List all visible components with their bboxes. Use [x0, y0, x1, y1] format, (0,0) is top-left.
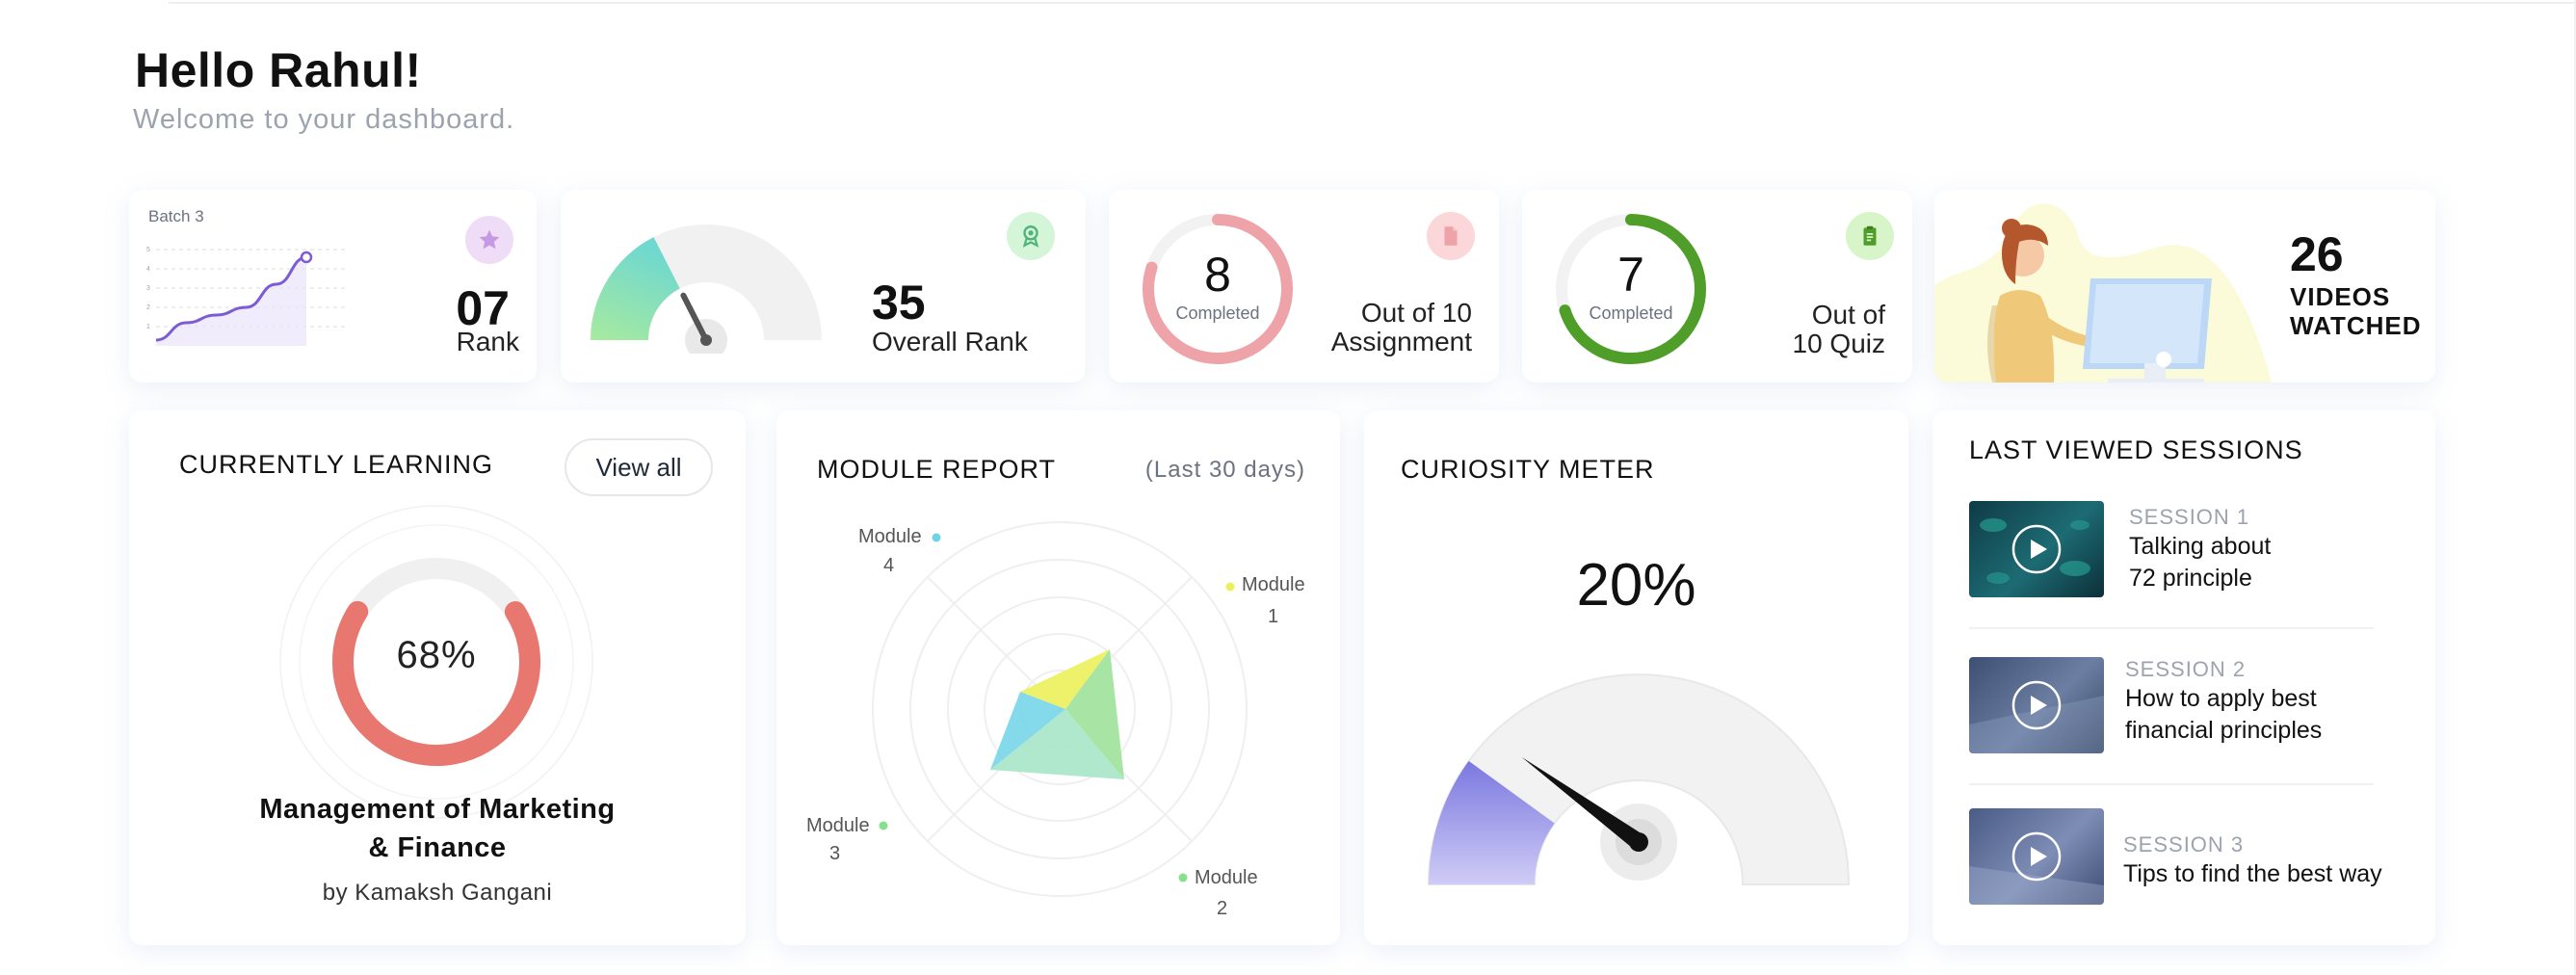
- svg-text:2: 2: [146, 304, 150, 311]
- session-2-thumbnail[interactable]: [1969, 657, 2104, 753]
- session-3-label: SESSION 3: [2123, 832, 2245, 856]
- session-2-title-line2[interactable]: financial principles: [2125, 715, 2424, 747]
- quiz-sublabel: Completed: [1589, 303, 1673, 323]
- svg-text:4: 4: [146, 266, 150, 273]
- last-viewed-sessions-card: LAST VIEWED SESSIONS SESSION 1 Talking a…: [1932, 410, 2435, 945]
- course-title-line2: & Finance: [368, 832, 507, 863]
- learning-percent: 68%: [396, 634, 477, 676]
- session-1-label: SESSION 1: [2129, 505, 2250, 529]
- assignment-line1: Out of 10: [1360, 298, 1472, 328]
- module-1-number: 1: [1268, 606, 1279, 627]
- module-4-number: 4: [883, 555, 895, 576]
- overall-rank-gauge: [591, 224, 822, 354]
- session-3-thumbnail[interactable]: [1969, 808, 2104, 905]
- rank-trend-area: [156, 257, 306, 346]
- play-icon: [1980, 518, 2090, 584]
- module-3-label: Module: [806, 815, 870, 836]
- top-border: [169, 2, 2576, 4]
- overall-rank-label: Overall Rank: [872, 327, 1028, 356]
- award-icon: [1007, 212, 1055, 260]
- session-1-title-line2[interactable]: 72 principle: [2129, 563, 2428, 594]
- videos-value: 26: [2290, 227, 2344, 281]
- rank-trend-chart: 5 4 3 2 1: [146, 247, 345, 346]
- quiz-card[interactable]: 7 Completed Out of 10 Quiz: [1522, 190, 1912, 382]
- course-author: by Kamaksh Gangani: [322, 880, 553, 906]
- curiosity-gauge: [1427, 673, 1851, 885]
- session-1-title-line1[interactable]: Talking about: [2129, 531, 2428, 563]
- module-2-label: Module: [1195, 867, 1258, 888]
- module-report-period: (Last 30 days): [1144, 457, 1305, 483]
- rank-trend-endpoint: [300, 250, 313, 264]
- module-2-number: 2: [1217, 898, 1228, 919]
- session-divider: [1969, 783, 2374, 785]
- rank-card[interactable]: Batch 3 54321 07 Rank: [129, 190, 537, 382]
- svg-text:1: 1: [146, 324, 150, 330]
- currently-learning-card: CURRENTLY LEARNING View all 68% Manageme…: [129, 410, 746, 945]
- svg-text:3: 3: [146, 285, 150, 292]
- batch-label: Batch 3: [148, 207, 204, 225]
- course-title-line1: Management of Marketing: [259, 794, 616, 825]
- curiosity-percent: 20%: [1576, 552, 1696, 619]
- module-report-title: MODULE REPORT: [817, 455, 1057, 484]
- session-2-title-line1[interactable]: How to apply best: [2125, 683, 2424, 715]
- page-title: Hello Rahul!: [135, 43, 422, 97]
- assignment-line2: Assignment: [1330, 327, 1472, 356]
- currently-learning-title: CURRENTLY LEARNING: [179, 450, 494, 479]
- assignment-sublabel: Completed: [1175, 303, 1260, 323]
- assignment-value: 8: [1204, 248, 1231, 302]
- last-viewed-sessions-title: LAST VIEWED SESSIONS: [1969, 435, 2303, 464]
- module-report-card: MODULE REPORT (Last 30 days) Module 4 Mo…: [776, 410, 1340, 945]
- quiz-line2: 10 Quiz: [1792, 329, 1886, 358]
- assignment-card[interactable]: 8 Completed Out of 10 Assignment: [1109, 190, 1499, 382]
- svg-text:5: 5: [146, 247, 150, 253]
- rank-label: Rank: [456, 327, 519, 356]
- videos-line1: VIDEOS: [2290, 282, 2391, 311]
- page-subtitle: Welcome to your dashboard.: [133, 104, 515, 135]
- star-icon: [465, 216, 513, 264]
- curiosity-meter-card: CURIOSITY METER 20%: [1364, 410, 1908, 945]
- quiz-value: 7: [1617, 248, 1644, 302]
- module-1-label: Module: [1242, 574, 1305, 595]
- videos-card[interactable]: 26 VIDEOS WATCHED: [1934, 190, 2435, 382]
- person-at-computer-illustration: [1934, 203, 2272, 382]
- document-icon: [1427, 212, 1475, 260]
- clipboard-icon: [1846, 212, 1894, 260]
- overall-rank-card[interactable]: 35 Overall Rank: [561, 190, 1086, 382]
- module-4-label: Module: [858, 526, 922, 547]
- session-2-label: SESSION 2: [2125, 657, 2247, 681]
- curiosity-meter-title: CURIOSITY METER: [1401, 455, 1655, 484]
- session-1-thumbnail[interactable]: [1969, 501, 2104, 597]
- view-all-button[interactable]: View all: [565, 438, 713, 496]
- module-3-number: 3: [829, 843, 841, 864]
- play-icon: [1969, 831, 2104, 905]
- play-icon: [1969, 680, 2104, 753]
- quiz-line1: Out of: [1811, 300, 1885, 329]
- session-divider: [1969, 627, 2374, 629]
- overall-rank-value: 35: [872, 276, 926, 329]
- session-3-title-line1[interactable]: Tips to find the best way: [2123, 858, 2422, 890]
- videos-line2: WATCHED: [2290, 311, 2422, 340]
